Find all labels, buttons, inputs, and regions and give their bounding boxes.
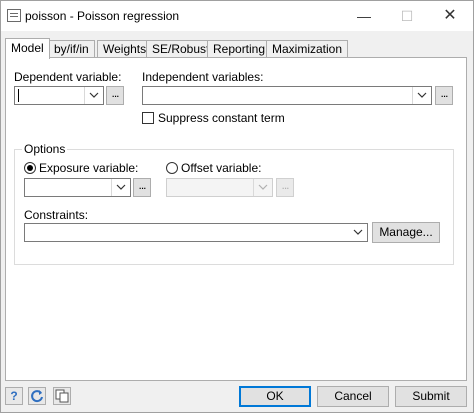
options-group-legend: Options [22,142,68,156]
tab-reporting[interactable]: Reporting [207,40,272,58]
suppress-constant-checkbox[interactable] [142,112,154,124]
exposure-variable-label: Exposure variable: [39,161,139,175]
dependent-variable-browse-button[interactable]: ... [106,86,124,105]
chevron-down-icon[interactable] [412,87,431,104]
submit-button[interactable]: Submit [395,386,467,407]
reset-button[interactable] [28,387,46,405]
chevron-down-icon[interactable] [349,224,367,241]
close-button[interactable]: ✕ [433,5,467,27]
dialog-window: poisson - Poisson regression — ☐ ✕ Model… [0,0,474,413]
chevron-down-icon[interactable] [84,87,103,104]
chevron-down-icon[interactable] [111,179,130,196]
window-title: poisson - Poisson regression [25,9,180,23]
model-tab-panel: Dependent variable: ... Independent vari… [5,57,467,381]
tab-model[interactable]: Model [5,38,50,59]
tab-maximization[interactable]: Maximization [266,40,349,58]
dependent-variable-label: Dependent variable: [14,70,122,84]
chevron-down-icon [253,179,272,196]
tab-se-robust[interactable]: SE/Robust [146,40,216,58]
dependent-variable-combo[interactable] [14,86,104,105]
suppress-constant-label: Suppress constant term [158,111,285,125]
tab-weights[interactable]: Weights [97,40,153,58]
constraints-combo[interactable] [24,223,368,242]
independent-variables-label: Independent variables: [142,70,264,84]
copy-icon [55,389,69,403]
exposure-variable-browse-button[interactable]: ... [133,178,151,197]
text-caret [18,89,19,102]
help-icon: ? [10,389,18,403]
exposure-variable-combo[interactable] [24,178,131,197]
reset-icon [31,390,43,403]
manage-constraints-button[interactable]: Manage... [372,222,440,243]
maximize-button: ☐ [400,8,414,24]
app-icon [7,9,21,22]
offset-variable-radio[interactable] [166,162,178,174]
independent-variables-browse-button[interactable]: ... [435,86,453,105]
offset-variable-combo [166,178,273,197]
offset-variable-browse-button: ... [276,178,294,197]
title-bar[interactable]: poisson - Poisson regression — ☐ ✕ [1,1,473,31]
tab-by-if-in[interactable]: by/if/in [48,40,95,58]
minimize-button[interactable]: — [347,5,381,27]
cancel-button[interactable]: Cancel [317,386,389,407]
independent-variables-combo[interactable] [142,86,432,105]
exposure-variable-radio[interactable] [24,162,36,174]
ok-button[interactable]: OK [239,386,311,407]
copy-command-button[interactable] [53,387,71,405]
constraints-label: Constraints: [24,208,89,222]
offset-variable-label: Offset variable: [181,161,262,175]
help-button[interactable]: ? [5,387,23,405]
